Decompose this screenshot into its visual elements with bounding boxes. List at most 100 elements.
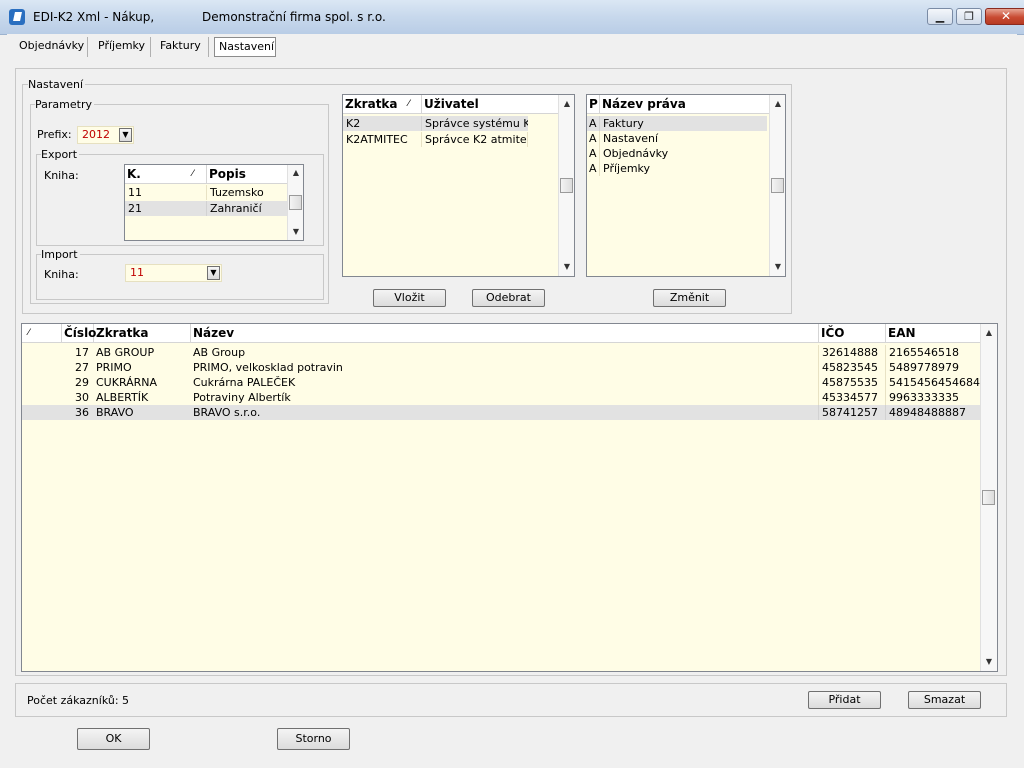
scroll-thumb[interactable] xyxy=(982,490,995,505)
col-header-cislo[interactable]: Číslo xyxy=(62,324,96,342)
table-row[interactable]: 36 BRAVO BRAVO s.r.o. 58741257 489484888… xyxy=(22,405,980,420)
cell-cislo: 36 xyxy=(75,406,89,419)
table-row[interactable]: 30 ALBERTÍK Potraviny Albertík 45334577 … xyxy=(22,390,980,405)
col-header-uzivatel[interactable]: Uživatel xyxy=(422,95,558,113)
col-header-zkratka[interactable]: Zkratka ⁄ xyxy=(343,95,422,113)
table-row[interactable]: 11 Tuzemsko xyxy=(125,185,287,200)
scroll-down-icon[interactable]: ▼ xyxy=(288,225,303,239)
cell-popis: Zahraničí xyxy=(210,202,262,215)
cell-ean: 2165546518 xyxy=(889,346,959,359)
prefix-value: 2012 xyxy=(82,128,110,141)
cell-cislo: 30 xyxy=(75,391,89,404)
cell-zkratka: BRAVO xyxy=(96,406,134,419)
grid-header: ⁄ Číslo Zkratka Název IČO EAN xyxy=(22,324,980,343)
ok-button[interactable]: OK xyxy=(77,728,150,750)
chevron-down-icon[interactable]: ▼ xyxy=(207,266,220,280)
export-kniha-label: Kniha: xyxy=(44,169,79,182)
cell-zkratka: K2 xyxy=(343,116,422,131)
cell-zkratka: ALBERTÍK xyxy=(96,391,149,404)
cell-ean: 5415456454684 xyxy=(889,376,980,389)
import-group-label: Import xyxy=(41,248,80,261)
prefix-label: Prefix: xyxy=(37,128,72,141)
chevron-down-icon[interactable]: ▼ xyxy=(119,128,132,142)
tab-separator xyxy=(87,37,88,57)
scrollbar[interactable]: ▲ ▼ xyxy=(769,95,785,276)
tab-label: Příjemky xyxy=(98,39,146,52)
pridat-button[interactable]: Přidat xyxy=(808,691,881,709)
close-icon: ✕ xyxy=(1000,9,1012,23)
table-row[interactable]: K2ATMITEC Správce K2 atmitec xyxy=(343,132,528,147)
tab-label: Objednávky xyxy=(19,39,85,52)
tab-objednavky[interactable]: Objednávky xyxy=(15,37,88,57)
header-text: K. xyxy=(127,167,141,181)
cell-k: 21 xyxy=(125,201,207,216)
zmenit-button[interactable]: Změnit xyxy=(653,289,726,307)
table-row[interactable]: K2 Správce systému K2 xyxy=(343,116,528,131)
smazat-button[interactable]: Smazat xyxy=(908,691,981,709)
scroll-down-icon[interactable]: ▼ xyxy=(559,260,574,274)
cell-ico: 58741257 xyxy=(819,405,886,420)
rights-grid[interactable]: P Název práva A Faktury A Nastavení A Ob… xyxy=(586,94,786,277)
table-row[interactable]: 21 Zahraničí xyxy=(125,201,287,216)
table-row[interactable]: 29 CUKRÁRNA Cukrárna PALEČEK 45875535 54… xyxy=(22,375,980,390)
tab-separator xyxy=(208,37,209,57)
table-row[interactable]: 17 AB GROUP AB Group 32614888 2165546518 xyxy=(22,345,980,360)
col-header-ean[interactable]: EAN xyxy=(886,324,980,342)
scroll-up-icon[interactable]: ▲ xyxy=(288,166,303,180)
col-header-popis[interactable]: Popis xyxy=(207,165,287,183)
cell-zkratka: CUKRÁRNA xyxy=(96,376,158,389)
scroll-thumb[interactable] xyxy=(560,178,573,193)
scroll-down-icon[interactable]: ▼ xyxy=(981,655,997,669)
cell-ico: 32614888 xyxy=(819,345,886,360)
tab-nastaveni[interactable]: Nastavení xyxy=(214,37,276,57)
scroll-thumb[interactable] xyxy=(289,195,302,210)
header-text: P xyxy=(589,97,598,111)
storno-button[interactable]: Storno xyxy=(277,728,350,750)
table-row[interactable]: A Faktury xyxy=(587,116,767,131)
header-text: IČO xyxy=(821,326,845,340)
button-label: OK xyxy=(105,732,122,745)
col-header-p[interactable]: P xyxy=(587,95,600,113)
sort-icon[interactable]: ⁄ xyxy=(22,324,62,342)
close-button[interactable]: ✕ xyxy=(985,8,1024,25)
cell-cislo: 27 xyxy=(75,361,89,374)
customers-grid[interactable]: ⁄ Číslo Zkratka Název IČO EAN 17 AB GROU… xyxy=(21,323,998,672)
sort-icon: ⁄ xyxy=(408,99,410,109)
tab-separator xyxy=(150,37,151,57)
col-header-nazev[interactable]: Název xyxy=(191,324,819,342)
col-header-zkratka[interactable]: Zkratka xyxy=(94,324,191,342)
button-label: Změnit xyxy=(669,291,710,304)
scroll-up-icon[interactable]: ▲ xyxy=(981,326,997,340)
odebrat-button[interactable]: Odebrat xyxy=(472,289,545,307)
grid-header: Zkratka ⁄ Uživatel xyxy=(343,95,558,114)
header-text: Uživatel xyxy=(424,97,479,111)
table-row[interactable]: A Objednávky xyxy=(587,146,767,161)
col-header-ico[interactable]: IČO xyxy=(819,324,886,342)
table-row[interactable]: A Nastavení xyxy=(587,131,767,146)
tab-faktury[interactable]: Faktury xyxy=(156,37,205,57)
minimize-button[interactable]: ▁ xyxy=(927,8,953,25)
scroll-down-icon[interactable]: ▼ xyxy=(770,260,785,274)
cell-nazev: Příjemky xyxy=(603,162,651,175)
table-row[interactable]: 27 PRIMO PRIMO, velkosklad potravin 4582… xyxy=(22,360,980,375)
table-row[interactable]: A Příjemky xyxy=(587,161,767,176)
scrollbar[interactable]: ▲ ▼ xyxy=(287,165,303,240)
cell-p: A xyxy=(587,161,600,176)
cell-ico: 45875535 xyxy=(819,375,886,390)
tab-prijemky[interactable]: Příjemky xyxy=(94,37,149,57)
users-grid[interactable]: Zkratka ⁄ Uživatel K2 Správce systému K2 … xyxy=(342,94,575,277)
button-label: Storno xyxy=(295,732,332,745)
scrollbar[interactable]: ▲ ▼ xyxy=(558,95,574,276)
scroll-thumb[interactable] xyxy=(771,178,784,193)
header-text: Název práva xyxy=(602,97,686,111)
vlozit-button[interactable]: Vložit xyxy=(373,289,446,307)
scrollbar[interactable]: ▲ ▼ xyxy=(980,324,997,671)
cell-nazev: Potraviny Albertík xyxy=(190,390,819,405)
scroll-up-icon[interactable]: ▲ xyxy=(770,97,785,111)
export-grid[interactable]: K. ⁄ Popis 11 Tuzemsko 21 Zahraničí ▲ ▼ xyxy=(124,164,304,241)
col-header-nazev-prava[interactable]: Název práva xyxy=(600,95,769,113)
col-header-k[interactable]: K. ⁄ xyxy=(125,165,207,183)
restore-button[interactable]: ❐ xyxy=(956,8,982,25)
customer-count: Počet zákazníků: 5 xyxy=(27,694,130,707)
scroll-up-icon[interactable]: ▲ xyxy=(559,97,574,111)
